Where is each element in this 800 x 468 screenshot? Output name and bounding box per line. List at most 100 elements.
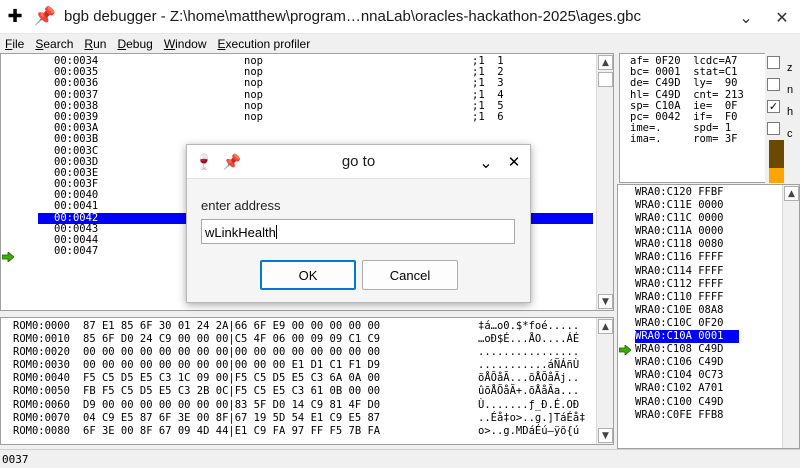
- menu-file[interactable]: File: [0, 37, 30, 51]
- close-icon[interactable]: ✕: [503, 151, 525, 173]
- stack-row[interactable]: WRA0:C10A 0001: [635, 330, 739, 344]
- memory-row[interactable]: ROM0:0050 FB F5 C5 D5 E5 C3 2B 0C|F5 C5 E…: [1, 385, 613, 398]
- activity-meter: [769, 140, 784, 183]
- memory-address: ROM0:0000: [13, 320, 70, 332]
- stack-row[interactable]: WRA0:C11E 0000: [618, 199, 799, 212]
- flag-z-label: z: [787, 62, 793, 74]
- address-input[interactable]: wLinkHealth: [201, 219, 515, 244]
- stack-row[interactable]: WRA0:C104 0C73: [618, 369, 799, 382]
- ok-button[interactable]: OK: [260, 260, 356, 290]
- stack-entry: WRA0:C0FE FFB8: [635, 408, 724, 421]
- stack-entry: WRA0:C112 FFFF: [635, 277, 724, 290]
- stack-row[interactable]: WRA0:C120 FFBF: [618, 186, 799, 199]
- memory-hex: 00 00 00 00 00 00 00 00|00 00 00 E1 D1 C…: [83, 359, 381, 372]
- stack-pointer-arrow-icon: [619, 345, 631, 355]
- disasm-address: 00:0047: [54, 245, 99, 258]
- stack-row[interactable]: WRA0:C108 C49D: [618, 343, 799, 356]
- memory-row[interactable]: ROM0:0060 D9 00 00 00 00 00 00 00|83 5F D…: [1, 399, 613, 412]
- memory-row[interactable]: ROM0:0030 00 00 00 00 00 00 00 00|00 00 0…: [1, 359, 613, 372]
- stack-panel[interactable]: WRA0:C120 FFBF WRA0:C11E 0000 WRA0:C11C 00…: [617, 184, 800, 449]
- stack-row[interactable]: WRA0:C0FE FFB8: [618, 409, 799, 422]
- window-title: bgb debugger - Z:\home\matthew\program…n…: [64, 8, 642, 25]
- memory-row[interactable]: ROM0:0010 85 6F D0 24 C9 00 00 00|C5 4F 0…: [1, 333, 613, 346]
- memory-hex: 85 6F D0 24 C9 00 00 00|C5 4F 06 00 09 0…: [83, 333, 381, 346]
- stack-row[interactable]: WRA0:C10E 08A8: [618, 304, 799, 317]
- close-icon[interactable]: ✕: [764, 0, 800, 34]
- memory-row[interactable]: ROM0:0040 F5 C5 D5 E5 C3 1C 09 00|F5 C5 D…: [1, 372, 613, 385]
- stack-row[interactable]: WRA0:C112 FFFF: [618, 278, 799, 291]
- stack-row[interactable]: WRA0:C10C 0F20: [618, 317, 799, 330]
- disasm-comment: ;1 6: [472, 110, 504, 123]
- stack-row[interactable]: WRA0:C11A 0000: [618, 225, 799, 238]
- scroll-up-icon[interactable]: ▲: [598, 319, 613, 334]
- menu-execution-profiler[interactable]: Execution profiler: [213, 37, 317, 51]
- stack-entry: WRA0:C10A 0001: [635, 330, 724, 343]
- memory-hex: 04 C9 E5 87 6F 3E 00 8F|67 19 5D 54 E1 C…: [83, 411, 381, 424]
- memory-panel[interactable]: ROM0:0000 87 E1 85 6F 30 01 24 2A|66 6F E…: [0, 317, 614, 445]
- scroll-down-icon[interactable]: ▼: [598, 428, 613, 443]
- stack-row[interactable]: WRA0:C11C 0000: [618, 212, 799, 225]
- memory-row[interactable]: ROM0:0020 00 00 00 00 00 00 00 00|00 00 0…: [1, 346, 613, 359]
- menu-search[interactable]: Search: [30, 37, 79, 51]
- stack-entry: WRA0:C11A 0000: [635, 225, 724, 238]
- memory-ascii: õÅÕåÃ...õÅÕåÃj..: [478, 372, 580, 385]
- goto-dialog: 🍷 📌 go to ⌄ ✕ enter address wLinkHealth …: [186, 144, 531, 303]
- disassembly-scrollbar[interactable]: ▲ ▼: [596, 54, 613, 310]
- stack-entry: WRA0:C116 FFFF: [635, 251, 724, 264]
- stack-entry: WRA0:C118 0080: [635, 238, 724, 251]
- stack-row[interactable]: WRA0:C118 0080: [618, 238, 799, 251]
- flag-z-checkbox[interactable]: [767, 56, 780, 69]
- stack-row[interactable]: WRA0:C102 A701: [618, 382, 799, 395]
- flag-n-checkbox[interactable]: [767, 78, 780, 91]
- memory-address: ROM0:0030: [13, 359, 70, 372]
- stack-row[interactable]: WRA0:C106 C49D: [618, 356, 799, 369]
- menu-window[interactable]: Window: [159, 37, 213, 51]
- chevron-down-icon[interactable]: ⌄: [475, 151, 497, 173]
- stack-scrollbar[interactable]: ▲: [782, 185, 799, 448]
- memory-scrollbar[interactable]: ▲ ▼: [596, 318, 613, 444]
- stack-entry: WRA0:C11E 0000: [635, 199, 724, 212]
- memory-address: ROM0:0010: [13, 333, 70, 346]
- memory-address: ROM0:0070: [13, 411, 70, 424]
- stack-row[interactable]: WRA0:C110 FFFF: [618, 291, 799, 304]
- stack-entry: WRA0:C110 FFFF: [635, 290, 724, 303]
- stack-row[interactable]: WRA0:C114 FFFF: [618, 265, 799, 278]
- stack-entry: WRA0:C11C 0000: [635, 212, 724, 225]
- flag-h-checkbox[interactable]: ✓: [767, 100, 780, 113]
- memory-ascii: ..Éå‡o>..g.]TáÉå‡: [478, 411, 586, 424]
- chevron-down-icon[interactable]: ⌄: [728, 0, 764, 34]
- address-input-value: wLinkHealth: [205, 225, 276, 240]
- stack-row[interactable]: WRA0:C100 C49D: [618, 396, 799, 409]
- pin-icon[interactable]: 📌: [30, 0, 60, 34]
- stack-row[interactable]: WRA0:C116 FFFF: [618, 251, 799, 264]
- menu-bar: File Search Run Debug Window Execution p…: [0, 34, 800, 53]
- memory-hex: FB F5 C5 D5 E5 C3 2B 0C|F5 C5 E5 C3 61 0…: [83, 385, 381, 398]
- memory-row[interactable]: ROM0:0000 87 E1 85 6F 30 01 24 2A|66 6F E…: [1, 320, 613, 333]
- current-pc-arrow-icon: [2, 252, 14, 262]
- stack-entry: WRA0:C100 C49D: [635, 395, 724, 408]
- flag-c-label: c: [787, 128, 793, 140]
- disasm-row[interactable]: 00:0036 nop ;1 3: [1, 78, 613, 89]
- memory-ascii: ................: [478, 346, 580, 359]
- scroll-up-icon[interactable]: ▲: [784, 186, 799, 201]
- scroll-down-icon[interactable]: ▼: [598, 294, 613, 309]
- cancel-button[interactable]: Cancel: [362, 260, 458, 290]
- memory-row[interactable]: ROM0:0080 6F 3E 00 8F 67 09 4D 44|E1 C9 F…: [1, 425, 613, 438]
- scroll-up-icon[interactable]: ▲: [598, 55, 613, 70]
- memory-ascii: ...........áÑÁñÙ: [478, 359, 580, 372]
- stack-entry: WRA0:C120 FFBF: [635, 186, 724, 198]
- stack-entry: WRA0:C10E 08A8: [635, 303, 724, 316]
- memory-row[interactable]: ROM0:0070 04 C9 E5 87 6F 3E 00 8F|67 19 5…: [1, 412, 613, 425]
- menu-run[interactable]: Run: [79, 37, 112, 51]
- memory-ascii: ûõÅÕåÃ+.õÅåÃa...: [478, 385, 580, 398]
- plus-move-icon[interactable]: ✚: [0, 0, 30, 34]
- menu-debug[interactable]: Debug: [112, 37, 158, 51]
- memory-ascii: o>..g.MDáÉú—ÿõ{ú: [478, 424, 580, 437]
- scroll-thumb[interactable]: [598, 72, 613, 87]
- memory-ascii: ‡á…o0.$*foé.....: [478, 320, 580, 332]
- memory-address: ROM0:0040: [13, 372, 70, 385]
- address-label: enter address: [201, 198, 281, 213]
- stack-entry: WRA0:C108 C49D: [635, 343, 724, 356]
- memory-address: ROM0:0020: [13, 346, 70, 359]
- flag-c-checkbox[interactable]: [767, 122, 780, 135]
